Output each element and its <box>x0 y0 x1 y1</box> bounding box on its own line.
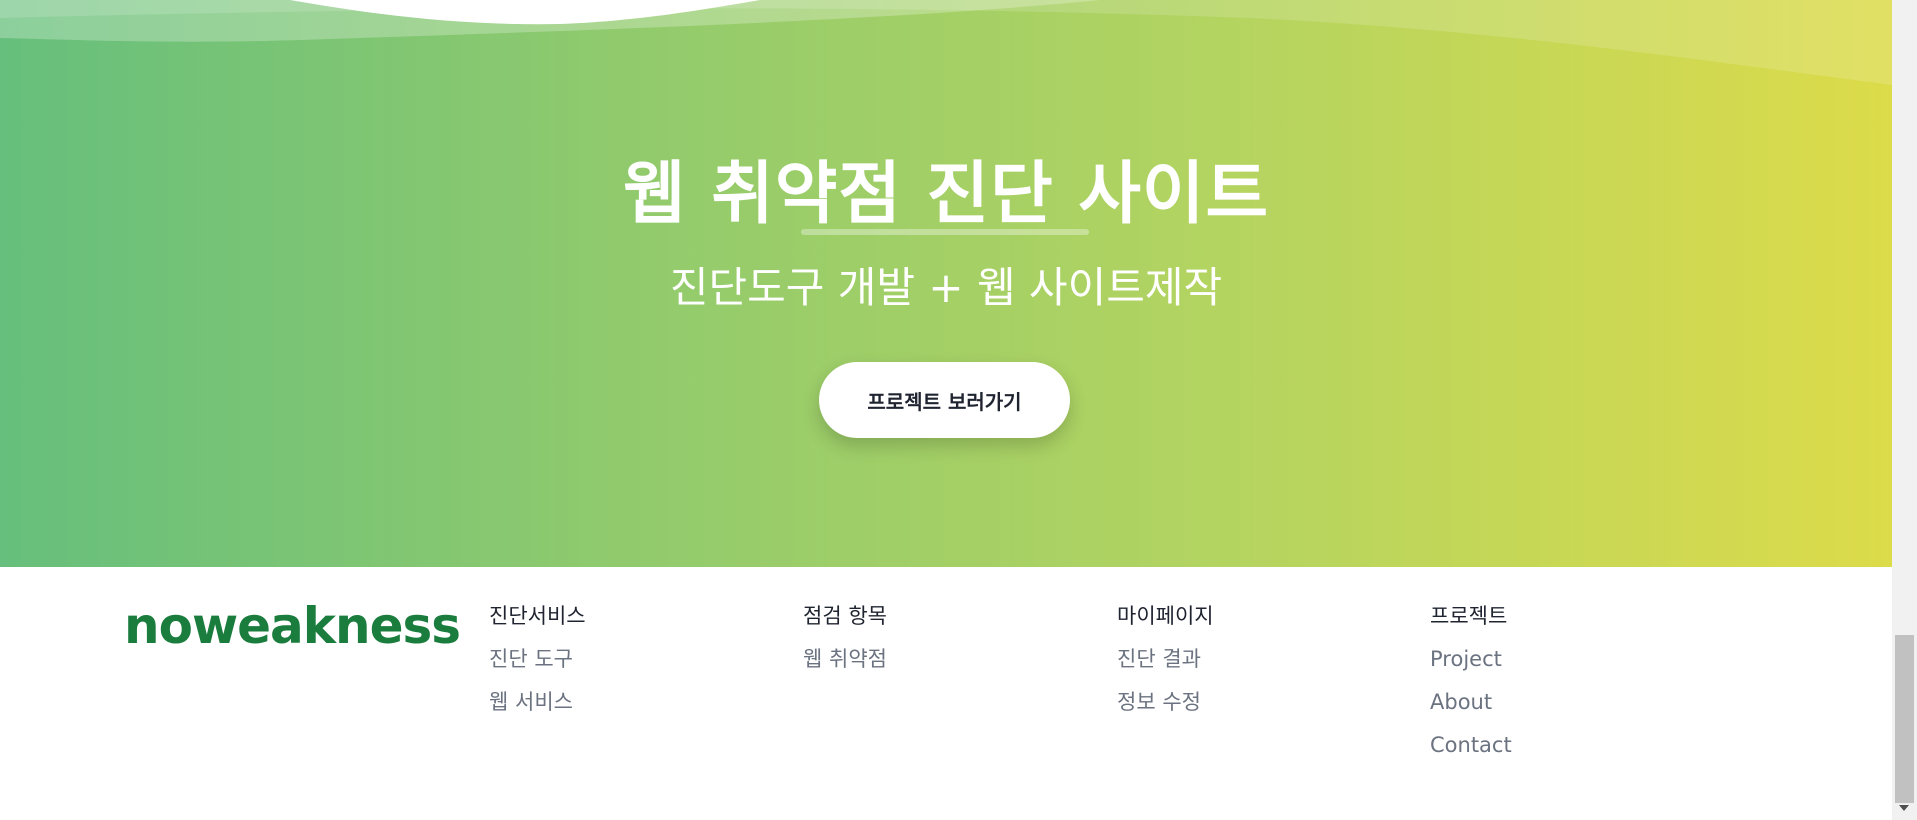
footer-heading: 진단서비스 <box>489 604 586 628</box>
scrollbar-thumb[interactable] <box>1895 635 1914 803</box>
decorative-waves <box>0 0 1892 85</box>
footer-link-diagnosis-tool[interactable]: 진단 도구 <box>489 646 586 689</box>
footer-column-diagnosis: 진단서비스 진단 도구 웹 서비스 <box>489 603 586 732</box>
footer-link-edit-profile[interactable]: 정보 수정 <box>1117 689 1214 732</box>
footer-link-project[interactable]: Project <box>1430 646 1512 689</box>
footer-column-mypage: 마이페이지 진단 결과 정보 수정 <box>1117 603 1214 732</box>
title-underline <box>801 229 1089 235</box>
footer-column-inspection: 점검 항목 웹 취약점 <box>803 603 887 689</box>
hero-title: 웹 취약점 진단 사이트 <box>622 155 1270 234</box>
footer-link-contact[interactable]: Contact <box>1430 732 1512 775</box>
view-projects-button[interactable]: 프로젝트 보러가기 <box>819 362 1070 438</box>
footer-link-web-vulnerability[interactable]: 웹 취약점 <box>803 646 887 689</box>
footer-heading: 마이페이지 <box>1117 604 1214 628</box>
footer-heading: 프로젝트 <box>1430 604 1508 628</box>
scroll-down-arrow-icon[interactable] <box>1899 805 1909 811</box>
vertical-scrollbar[interactable] <box>1892 0 1917 820</box>
footer-heading: 점검 항목 <box>803 604 887 628</box>
footer-link-web-service[interactable]: 웹 서비스 <box>489 689 586 732</box>
page: 웹 취약점 진단 사이트 진단도구 개발 + 웹 사이트제작 프로젝트 보러가기… <box>0 0 1892 820</box>
footer-column-project: 프로젝트 Project About Contact <box>1430 603 1512 775</box>
brand-logo[interactable]: noweakness <box>124 597 461 655</box>
hero-section: 웹 취약점 진단 사이트 진단도구 개발 + 웹 사이트제작 프로젝트 보러가기 <box>0 0 1892 567</box>
footer: noweakness 진단서비스 진단 도구 웹 서비스 점검 항목 웹 취약점… <box>0 567 1892 820</box>
footer-link-results[interactable]: 진단 결과 <box>1117 646 1214 689</box>
hero-subtitle: 진단도구 개발 + 웹 사이트제작 <box>669 263 1223 312</box>
footer-link-about[interactable]: About <box>1430 689 1512 732</box>
